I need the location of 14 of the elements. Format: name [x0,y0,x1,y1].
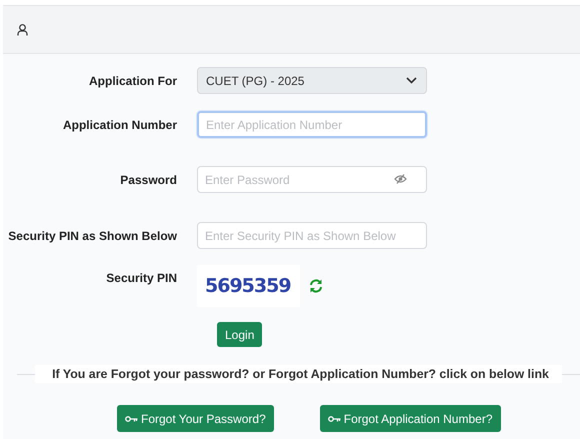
select-dropdown[interactable]: CUET (PG) - 2025 [197,67,427,94]
help-text: If You are Forgot your password? or Forgot Application Number? click on below link [35,364,562,384]
forgot-button[interactable]: Forgot Your Password? [117,405,274,432]
field-label: Security PIN [105,270,178,287]
password-field[interactable]: Enter Password [197,166,427,193]
forgot-button[interactable]: Forgot Application Number? [320,405,500,432]
input-field[interactable]: Enter Application Number [197,111,427,138]
captcha-image: 5695359 [197,265,300,307]
field-label: Application For [88,72,178,90]
field-label: Password [119,172,178,188]
field-label: Security PIN as Shown Below [7,228,178,244]
login-button[interactable]: Login [217,322,262,347]
input-field[interactable]: Enter Security PIN as Shown Below [197,222,427,249]
field-label: Application Number [62,116,178,134]
